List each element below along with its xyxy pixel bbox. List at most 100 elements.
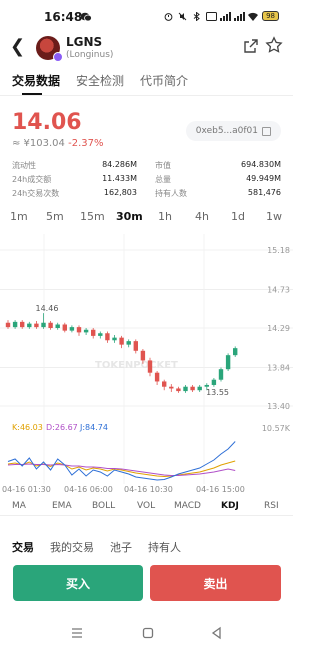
candle-body [140, 350, 146, 361]
tab-underline [22, 93, 42, 95]
candle-body [91, 329, 96, 336]
stat-24h-trades: 24h交易次数 162,803 [12, 188, 137, 200]
candle-body [34, 323, 39, 328]
token-avatar [36, 36, 63, 62]
y-axis-label: 15.18 [267, 246, 290, 255]
candle-body [176, 388, 181, 392]
candle-body [225, 355, 231, 370]
indicator-kdj[interactable]: KDJ [221, 501, 239, 511]
candle-body [204, 384, 209, 387]
stat-value: 11.433M [102, 174, 137, 183]
tab-my-trades[interactable]: 我的交易 [50, 539, 94, 555]
candle-body [147, 360, 153, 373]
wechat-icon [80, 12, 92, 22]
watermark: TOKENPOCKET [95, 360, 178, 371]
tab-pools[interactable]: 池子 [110, 539, 132, 555]
interval-5m[interactable]: 5m [46, 210, 64, 223]
price-cny: ≈ ¥103.04 [12, 138, 65, 149]
indicator-ema[interactable]: EMA [52, 501, 72, 511]
indicator-ma[interactable]: MA [12, 501, 26, 511]
tab-token-intro[interactable]: 代币简介 [140, 72, 188, 89]
status-time: 16:48 [44, 10, 83, 24]
tab-trades[interactable]: 交易 [12, 539, 34, 555]
indicator-boll[interactable]: BOLL [92, 501, 115, 511]
stat-value: 581,476 [247, 188, 281, 197]
back-nav-icon[interactable] [210, 626, 224, 640]
stat-liquidity: 流动性 84.286M [12, 160, 137, 172]
status-bar: 16:48 98 [0, 0, 293, 34]
mute-icon [178, 12, 187, 21]
stat-24h-volume: 24h成交额 11.433M [12, 174, 137, 186]
tab-holders[interactable]: 持有人 [148, 539, 181, 555]
candle-body [211, 379, 217, 385]
candle-body [48, 322, 53, 328]
home-icon[interactable] [141, 626, 155, 640]
stat-value: 162,803 [103, 188, 137, 197]
y-axis-label: 14.29 [267, 324, 290, 333]
interval-1d[interactable]: 1d [231, 210, 245, 223]
indicator-macd[interactable]: MACD [174, 501, 201, 511]
system-nav-bar [0, 620, 293, 650]
chart-svg: TOKENPOCKET 15.18 14.73 14.29 13.84 13.40 14.4… [0, 234, 293, 494]
kdj-j-label: J:84.74 [79, 423, 108, 432]
tab-security[interactable]: 安全检测 [76, 72, 124, 89]
star-icon[interactable] [265, 36, 283, 54]
interval-4h[interactable]: 4h [195, 210, 209, 223]
kdj-max-label: 10.57K [262, 424, 291, 433]
detail-tabs: 交易数据 安全检测 代币简介 [0, 68, 293, 96]
y-axis-label: 14.73 [267, 285, 290, 294]
token-price: 14.06 [12, 110, 82, 135]
candle-body [162, 381, 167, 387]
stat-holders: 持有人数 581,476 [155, 188, 281, 200]
interval-15m[interactable]: 15m [80, 210, 105, 223]
candle-body [98, 333, 103, 336]
candle-body [69, 327, 75, 331]
candle-body [218, 369, 224, 380]
alarm-icon [164, 12, 173, 21]
price-change: -2.37% [68, 138, 104, 149]
candle-body [190, 386, 195, 391]
stat-label: 24h成交额 [12, 175, 52, 184]
x-axis-label: 04-16 10:30 [124, 485, 173, 494]
candle-body [55, 324, 60, 328]
candle-body [233, 348, 238, 356]
interval-1h[interactable]: 1h [158, 210, 172, 223]
tab-trading-data[interactable]: 交易数据 [12, 72, 60, 89]
candle-body [20, 321, 25, 328]
stat-market-cap: 市值 694.830M [155, 160, 281, 172]
high-price-marker: 14.46 [36, 304, 59, 313]
y-axis-label: 13.84 [267, 363, 290, 372]
candle-body [119, 337, 124, 345]
copy-icon[interactable] [262, 126, 271, 136]
stat-total-supply: 总量 49.949M [155, 174, 281, 186]
y-axis-label: 13.40 [267, 402, 290, 411]
indicator-rsi[interactable]: RSI [264, 501, 279, 511]
buy-button[interactable]: 买入 [13, 565, 143, 601]
stat-value: 84.286M [102, 160, 137, 169]
candle-body [12, 321, 18, 328]
interval-1w[interactable]: 1w [266, 210, 282, 223]
kdj-d-label: D:26.67 [46, 423, 78, 432]
candle-body [154, 372, 160, 382]
token-header: ❮ LGNS (Longinus) [0, 34, 293, 64]
token-symbol: LGNS [66, 35, 103, 49]
bluetooth-icon [192, 10, 201, 22]
status-icons: 98 [164, 10, 279, 22]
sell-button[interactable]: 卖出 [150, 565, 281, 601]
trade-tabs: 交易 我的交易 池子 持有人 [0, 537, 293, 557]
wifi-icon [248, 12, 259, 21]
stat-value: 49.949M [246, 174, 281, 183]
price-chart[interactable]: TOKENPOCKET 15.18 14.73 14.29 13.84 13.40 14.4… [0, 234, 293, 496]
interval-30m[interactable]: 30m [116, 210, 143, 223]
indicator-tabs: MA EMA BOLL VOL MACD KDJ RSI [0, 500, 293, 516]
x-axis-label: 04-16 15:00 [196, 485, 245, 494]
indicator-vol[interactable]: VOL [137, 501, 155, 511]
battery-icon: 98 [262, 11, 279, 21]
candle-body [197, 386, 202, 391]
interval-1m[interactable]: 1m [10, 210, 28, 223]
signal-icon-2 [234, 11, 246, 21]
contract-address[interactable]: 0xeb5...a0f01 [185, 121, 281, 141]
back-icon[interactable]: ❮ [10, 38, 25, 56]
share-icon[interactable] [243, 38, 259, 54]
menu-icon[interactable] [70, 626, 84, 640]
